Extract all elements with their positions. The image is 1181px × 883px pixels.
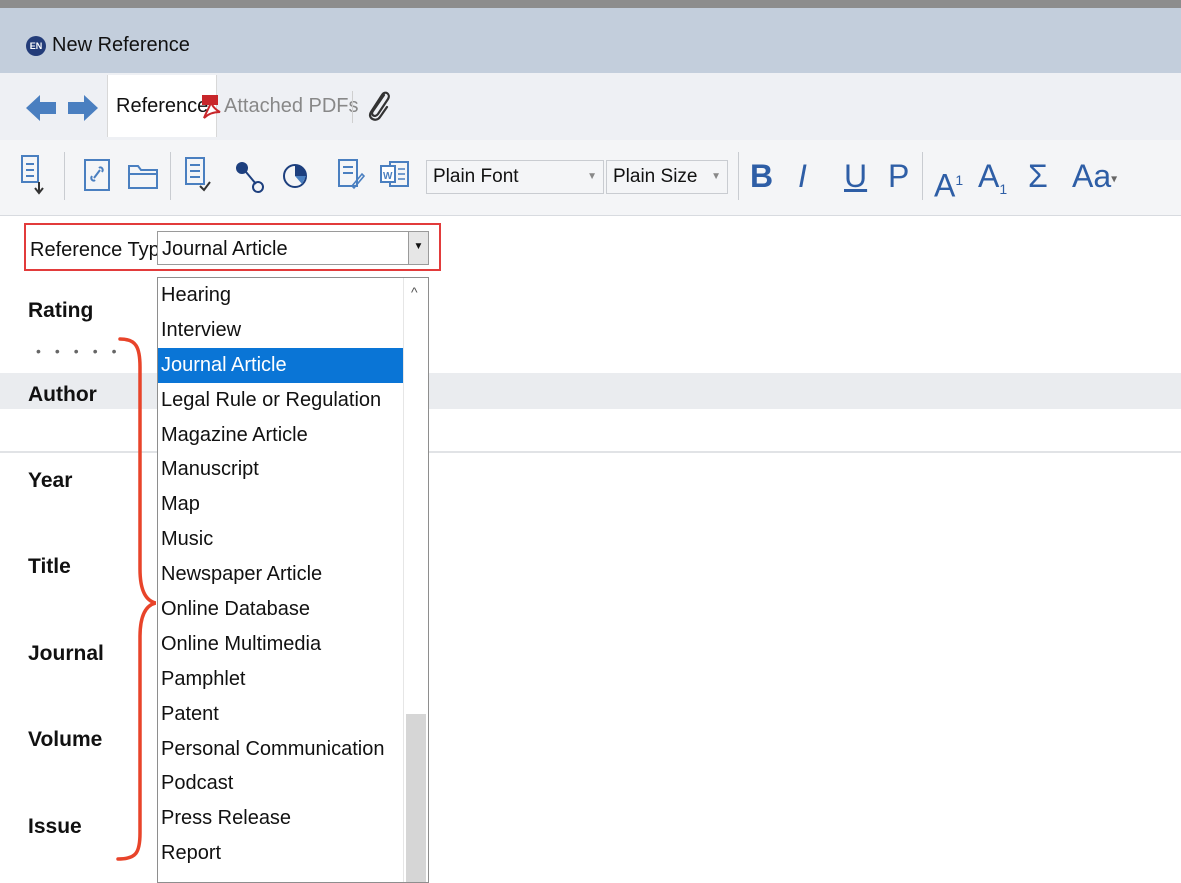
- field-label-year: Year: [28, 469, 73, 492]
- size-select-value: Plain Size: [613, 166, 698, 187]
- dropdown-item[interactable]: Online Database: [158, 592, 404, 627]
- window-title: New Reference: [52, 34, 190, 56]
- scroll-up-icon[interactable]: ^: [411, 284, 418, 300]
- find-duplicates-icon[interactable]: [232, 152, 266, 200]
- chevron-down-icon: ▼: [587, 171, 597, 182]
- dropdown-item[interactable]: Press Release: [158, 801, 404, 836]
- dropdown-item[interactable]: Hearing: [158, 278, 404, 313]
- pdf-icon: [202, 94, 221, 119]
- field-label-issue: Issue: [28, 815, 82, 838]
- case-label: Aa: [1072, 158, 1112, 194]
- subscript-mark: 1: [999, 181, 1008, 198]
- toolbar-separator: [64, 152, 65, 200]
- tab-attached-pdfs[interactable]: Attached PDFs: [200, 75, 359, 137]
- dropdown-item[interactable]: Pamphlet: [158, 662, 404, 697]
- dropdown-item[interactable]: Journal Article: [158, 347, 404, 383]
- superscript-letter: A: [934, 167, 956, 204]
- reference-type-label: Reference Type:: [30, 239, 177, 261]
- reference-type-select[interactable]: Journal Article ▼: [157, 231, 429, 265]
- field-label-title: Title: [28, 555, 71, 578]
- word-document-icon[interactable]: W: [378, 152, 412, 200]
- format-bibliography-icon[interactable]: [182, 152, 212, 200]
- dropdown-item[interactable]: Report: [158, 836, 404, 871]
- italic-button[interactable]: I: [798, 158, 807, 194]
- size-select[interactable]: Plain Size ▼: [606, 160, 728, 194]
- font-select[interactable]: Plain Font ▼: [426, 160, 604, 194]
- tab-bar: Reference Attached PDFs: [0, 73, 1181, 141]
- underline-button[interactable]: U: [844, 158, 867, 194]
- find-full-text-icon[interactable]: [280, 152, 314, 200]
- link-icon[interactable]: [82, 152, 112, 200]
- dropdown-item[interactable]: Online Multimedia: [158, 627, 404, 662]
- forward-arrow-icon[interactable]: [66, 93, 100, 123]
- case-button[interactable]: Aa▾: [1072, 158, 1117, 197]
- toolbar-separator: [922, 152, 923, 200]
- dropdown-item[interactable]: Map: [158, 487, 404, 522]
- dropdown-item[interactable]: Interview: [158, 313, 404, 348]
- chevron-down-icon: ▼: [711, 171, 721, 182]
- field-label-journal: Journal: [28, 642, 104, 665]
- dropdown-item[interactable]: Podcast: [158, 766, 404, 801]
- edit-note-icon[interactable]: [336, 152, 366, 200]
- font-select-value: Plain Font: [433, 166, 519, 187]
- paperclip-icon[interactable]: [364, 87, 392, 123]
- annotation-brace: [116, 337, 156, 861]
- dropdown-item[interactable]: Music: [158, 522, 404, 557]
- bold-button[interactable]: B: [750, 158, 773, 194]
- title-bar: EN New Reference: [0, 0, 1181, 73]
- superscript-button[interactable]: A1: [934, 158, 963, 204]
- endnote-app-icon: EN: [26, 36, 46, 56]
- formatting-toolbar: W Plain Font ▼ Plain Size ▼ B I U P A1 A…: [0, 140, 1181, 216]
- dropdown-item[interactable]: Manuscript: [158, 452, 404, 487]
- symbol-button[interactable]: Σ: [1028, 158, 1048, 194]
- dropdown-item[interactable]: Legal Rule or Regulation: [158, 383, 404, 418]
- subscript-button[interactable]: A1: [978, 158, 1007, 207]
- toolbar-separator: [170, 152, 171, 200]
- tab-attached-pdfs-label: Attached PDFs: [224, 95, 359, 117]
- field-label-rating: Rating: [28, 299, 94, 322]
- tab-separator: [352, 91, 353, 123]
- dropdown-item[interactable]: Newspaper Article: [158, 557, 404, 592]
- scroll-thumb[interactable]: [406, 714, 426, 882]
- reference-editor: Reference Type: Journal Article ▼ Rating…: [0, 215, 1181, 883]
- plain-button[interactable]: P: [888, 158, 909, 194]
- field-label-author: Author: [28, 383, 97, 406]
- dropdown-item[interactable]: Patent: [158, 697, 404, 732]
- reference-type-dropdown-list[interactable]: Hearing Interview Journal Article Legal Rul…: [157, 277, 429, 883]
- folder-icon[interactable]: [126, 152, 160, 200]
- toolbar-separator: [738, 152, 739, 200]
- superscript-mark: 1: [955, 172, 964, 188]
- field-label-volume: Volume: [28, 728, 103, 751]
- svg-text:W: W: [383, 171, 393, 182]
- chevron-down-icon[interactable]: ▼: [408, 232, 428, 264]
- dropdown-item[interactable]: Personal Communication: [158, 732, 404, 767]
- back-arrow-icon[interactable]: [24, 93, 58, 123]
- reference-type-value: Journal Article: [162, 238, 288, 260]
- chevron-down-icon: ▾: [1111, 171, 1118, 186]
- dropdown-scrollbar[interactable]: ^: [403, 278, 428, 882]
- dropdown-item[interactable]: Magazine Article: [158, 418, 404, 453]
- insert-citation-icon[interactable]: [18, 152, 46, 200]
- subscript-letter: A: [978, 158, 1000, 194]
- dropdown-items: Hearing Interview Journal Article Legal Rul…: [158, 278, 404, 871]
